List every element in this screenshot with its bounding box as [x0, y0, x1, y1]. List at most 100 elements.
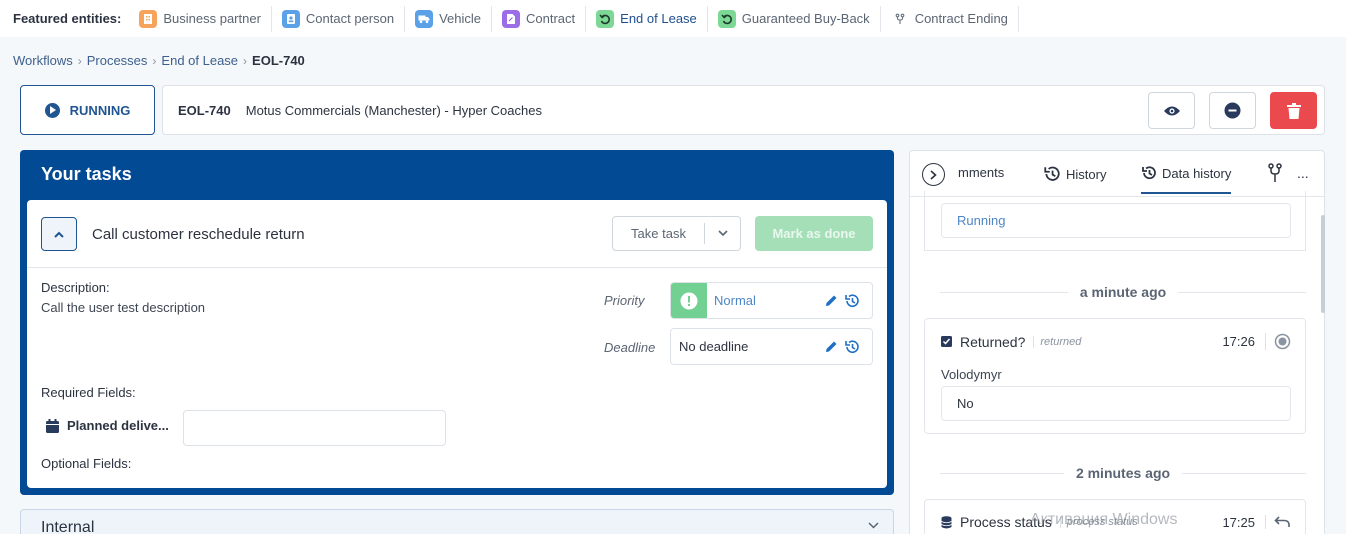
- collapse-task-button[interactable]: [41, 217, 77, 251]
- planned-delivery-field-label: Planned delive...: [46, 418, 169, 433]
- priority-exclamation-icon: [671, 283, 707, 318]
- tab-data-history[interactable]: Data history: [1141, 165, 1232, 194]
- featured-guaranteed-buy-back[interactable]: Guaranteed Buy-Back: [708, 5, 881, 32]
- time-divider-label: 2 minutes ago: [1075, 465, 1171, 481]
- breadcrumb-current: EOL-740: [252, 53, 305, 68]
- featured-entities-bar: Featured entities: Business partner Cont…: [0, 0, 1346, 37]
- expand-panel-button[interactable]: [922, 163, 945, 186]
- entry-subtitle: returned: [1033, 335, 1081, 348]
- building-icon: [139, 9, 158, 28]
- breadcrumb-processes[interactable]: Processes: [87, 53, 148, 68]
- featured-label: Featured entities:: [13, 11, 122, 26]
- truck-icon: [415, 9, 434, 28]
- tab-label: History: [1066, 166, 1107, 182]
- history-icon[interactable]: [844, 293, 860, 309]
- featured-item-label: Contract: [526, 11, 576, 26]
- entry-header: Returned? returned 17:26: [941, 333, 1291, 350]
- chevron-down-icon[interactable]: [868, 522, 879, 529]
- time-divider-label: a minute ago: [1079, 284, 1167, 300]
- deadline-label: Deadline: [604, 340, 656, 355]
- featured-item-label: End of Lease: [620, 11, 697, 26]
- checkbox-checked-icon: [941, 336, 952, 347]
- task-header: Call customer reschedule return Take tas…: [27, 200, 887, 268]
- priority-field[interactable]: Normal: [670, 282, 873, 319]
- featured-business-partner[interactable]: Business partner: [129, 5, 272, 32]
- breadcrumb-separator: ›: [152, 53, 157, 68]
- chevron-up-icon: [54, 231, 64, 238]
- fork-icon: [1268, 163, 1282, 182]
- deadline-field[interactable]: No deadline: [670, 328, 873, 365]
- featured-end-of-lease[interactable]: End of Lease: [586, 5, 708, 32]
- breadcrumb: Workflows › Processes › End of Lease › E…: [13, 53, 305, 68]
- undo-arrow-icon: [717, 9, 736, 28]
- breadcrumb-workflows[interactable]: Workflows: [13, 53, 73, 68]
- chevron-right-icon: [930, 169, 937, 180]
- data-history-icon: [1142, 166, 1156, 180]
- data-history-entry: Running: [924, 191, 1306, 251]
- entry-time: 17:25: [1222, 514, 1255, 530]
- eye-icon: [1163, 106, 1180, 115]
- internal-section-header[interactable]: Internal: [20, 509, 894, 534]
- entry-title: Returned?: [960, 333, 1026, 350]
- entry-time: 17:26: [1222, 334, 1255, 349]
- planned-delivery-input[interactable]: [183, 410, 446, 446]
- tab-comments[interactable]: mments: [958, 165, 1004, 180]
- history-icon[interactable]: [844, 339, 860, 355]
- description-text: Call the user test description: [41, 300, 206, 315]
- view-button[interactable]: [1148, 92, 1195, 129]
- breadcrumb-separator: ›: [77, 53, 82, 68]
- fork-icon: [891, 10, 909, 28]
- featured-item-label: Vehicle: [439, 11, 482, 26]
- more-tabs-button[interactable]: ...: [1297, 165, 1309, 181]
- optional-fields-label: Optional Fields:: [41, 456, 132, 471]
- entry-user: Volodymyr: [941, 367, 1002, 382]
- take-task-label[interactable]: Take task: [613, 223, 705, 244]
- play-icon: [44, 102, 60, 118]
- priority-value: Normal: [714, 293, 756, 308]
- featured-vehicle[interactable]: Vehicle: [405, 5, 493, 32]
- radio-target-icon[interactable]: [1265, 333, 1291, 350]
- featured-item-label: Business partner: [163, 11, 261, 26]
- deadline-actions: [825, 339, 860, 355]
- featured-item-label: Contract Ending: [914, 11, 1008, 26]
- priority-actions: [825, 293, 860, 309]
- contact-card-icon: [281, 9, 300, 28]
- chevron-down-icon[interactable]: [705, 230, 740, 237]
- pencil-icon[interactable]: [825, 294, 838, 307]
- data-history-entry: Returned? returned 17:26 Volodymyr No: [924, 318, 1306, 434]
- description-label: Description:: [41, 280, 110, 295]
- process-code: EOL-740: [178, 102, 231, 118]
- cancel-process-button[interactable]: [1209, 92, 1256, 129]
- entry-value: No: [941, 386, 1291, 421]
- minus-circle-icon: [1224, 102, 1241, 119]
- running-status-button[interactable]: RUNNING: [20, 85, 155, 135]
- tasks-title: Your tasks: [41, 164, 132, 184]
- featured-item-label: Guaranteed Buy-Back: [741, 11, 870, 26]
- featured-contract-ending[interactable]: Contract Ending: [881, 5, 1019, 32]
- take-task-dropdown[interactable]: Take task: [612, 216, 741, 251]
- featured-item-label: Contact person: [305, 11, 395, 26]
- task-card: Call customer reschedule return Take tas…: [27, 200, 887, 488]
- priority-label: Priority: [604, 293, 645, 308]
- windows-activation-watermark: Активация Windows: [1030, 511, 1178, 528]
- mark-as-done-button[interactable]: Mark as done: [755, 216, 873, 251]
- your-tasks-panel: Your tasks Call customer reschedule retu…: [20, 150, 894, 495]
- tab-fork[interactable]: [1268, 163, 1287, 183]
- process-title-bar: EOL-740 Motus Commercials (Manchester) -…: [162, 85, 1325, 135]
- activity-side-panel: mments History Data history ... Running …: [909, 150, 1325, 534]
- tab-label: mments: [958, 165, 1005, 180]
- breadcrumb-end-of-lease[interactable]: End of Lease: [161, 53, 238, 68]
- revert-icon[interactable]: [1265, 515, 1291, 529]
- pencil-icon[interactable]: [825, 340, 838, 353]
- task-name: Call customer reschedule return: [92, 226, 305, 243]
- featured-contract[interactable]: Contract: [492, 5, 587, 32]
- panel-scrollbar[interactable]: [1321, 215, 1325, 313]
- undo-arrow-icon: [596, 9, 615, 28]
- internal-label: Internal: [41, 519, 95, 534]
- featured-contact-person[interactable]: Contact person: [272, 5, 406, 32]
- tab-history[interactable]: History: [1043, 165, 1106, 183]
- delete-button[interactable]: [1270, 92, 1317, 129]
- status-label: RUNNING: [69, 102, 131, 118]
- time-divider: 2 minutes ago: [940, 465, 1306, 481]
- breadcrumb-separator: ›: [243, 53, 248, 68]
